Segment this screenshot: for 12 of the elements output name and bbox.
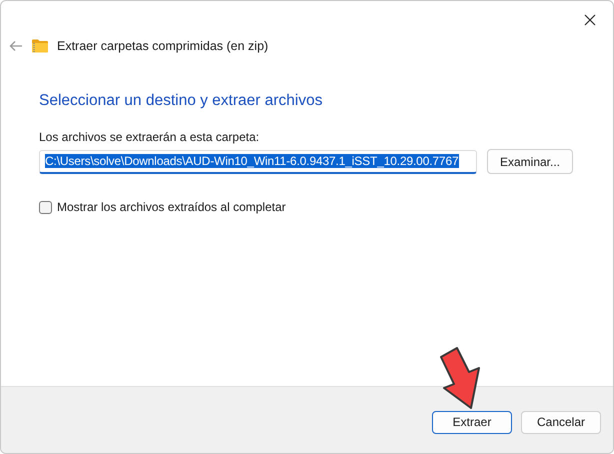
browse-button[interactable]: Examinar...	[487, 149, 573, 174]
dialog-heading: Seleccionar un destino y extraer archivos	[39, 92, 324, 110]
path-field[interactable]: C:\Users\solve\Downloads\AUD-Win10_Win11-6.0.9437.1_iSST_10.29.00.7767	[39, 150, 477, 174]
close-icon	[584, 14, 596, 26]
window-title: Extraer carpetas comprimidas (en zip)	[57, 39, 268, 53]
zip-folder-icon	[32, 39, 48, 53]
dialog-button[interactable]: Extraer	[432, 410, 512, 434]
checkbox[interactable]	[39, 200, 52, 214]
checkbox-label: Mostrar los archivos extraídos al completar	[57, 200, 286, 214]
back-arrow-icon[interactable]	[9, 40, 23, 52]
dialog-button[interactable]: Cancelar	[521, 410, 601, 434]
destination-label: Los archivos se extraerán a esta carpeta:	[39, 130, 260, 144]
